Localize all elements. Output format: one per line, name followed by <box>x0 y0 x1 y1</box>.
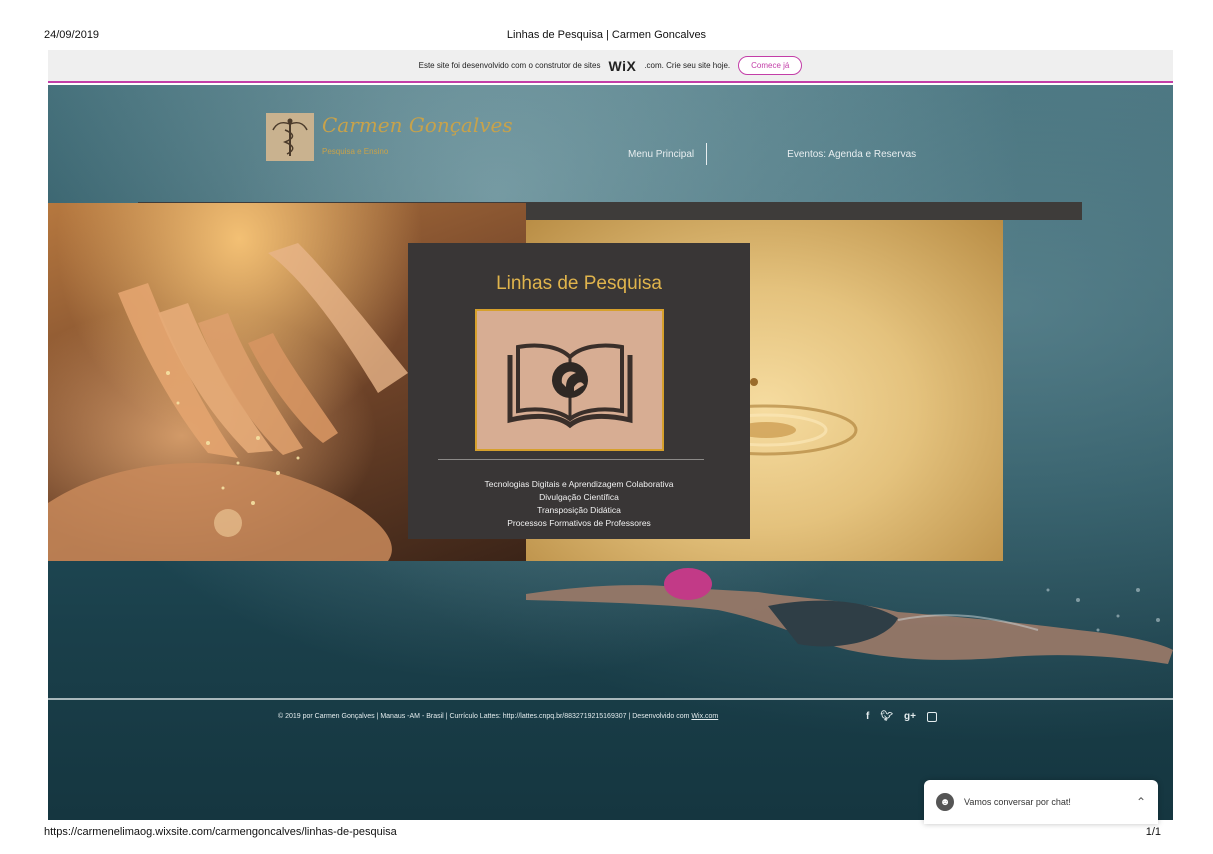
site-header: Carmen Gonçalves Pesquisa e Ensino Menu … <box>48 85 1173 203</box>
swimmer-illustration <box>526 568 1173 664</box>
research-line-item: Tecnologias Digitais e Aprendizagem Cola… <box>484 479 674 489</box>
research-line-item: Processos Formativos de Professores <box>507 518 651 528</box>
browser-print-page: 24/09/2019 Linhas de Pesquisa | Carmen G… <box>0 0 1213 854</box>
swimmer-image <box>518 560 1173 700</box>
print-url: https://carmenelimaog.wixsite.com/carmen… <box>44 826 397 838</box>
instagram-icon[interactable] <box>927 711 937 722</box>
research-lines-panel: Linhas de Pesquisa Tecnologias Digitais … <box>408 243 750 539</box>
print-page-count: 1/1 <box>1145 826 1161 838</box>
facebook-icon[interactable]: f <box>866 711 869 722</box>
chat-label[interactable]: Vamos conversar por chat! <box>964 797 1126 807</box>
chevron-up-icon[interactable]: ⌃ <box>1136 795 1146 809</box>
open-book-icon <box>507 343 632 429</box>
logo-name[interactable]: Carmen Gonçalves <box>322 113 513 137</box>
footer-location: Manaus -AM - Brasil <box>380 713 444 720</box>
research-lines-list: Tecnologias Digitais e Aprendizagem Cola… <box>408 478 750 530</box>
main-nav: Menu Principal Eventos: Agenda e Reserva… <box>628 143 916 165</box>
nav-divider <box>706 143 708 165</box>
footer-dev-prefix: Desenvolvido com <box>632 713 690 720</box>
research-line-item: Divulgação Científica <box>539 492 619 502</box>
wix-banner-text: Este site foi desenvolvido com o constru… <box>418 61 601 70</box>
panel-divider <box>438 459 704 460</box>
print-page-title: Linhas de Pesquisa | Carmen Goncalves <box>506 29 707 41</box>
google-plus-icon[interactable]: g+ <box>904 711 916 722</box>
footer-lattes[interactable]: Currículo Lattes: http://lattes.cnpq.br/… <box>449 713 626 720</box>
footer-copyright: © 2019 por Carmen Gonçalves <box>278 713 375 720</box>
site-logo[interactable] <box>266 113 314 161</box>
site-footer: © 2019 por Carmen Gonçalves | Manaus -AM… <box>278 713 718 720</box>
nav-item-menu-principal[interactable]: Menu Principal <box>628 149 694 160</box>
chat-avatar-icon: ☻ <box>936 793 954 811</box>
panel-title: Linhas de Pesquisa <box>496 273 662 294</box>
site-canvas: Carmen Gonçalves Pesquisa e Ensino Menu … <box>48 85 1173 820</box>
wix-banner: Este site foi desenvolvido com o constru… <box>48 50 1173 83</box>
twitter-icon[interactable]: 🐦︎ <box>880 711 893 722</box>
start-now-button[interactable]: Comece já <box>738 56 803 75</box>
panel-image <box>475 309 664 451</box>
caduceus-icon <box>272 118 308 156</box>
chat-widget[interactable]: ☻ Vamos conversar por chat! ⌃ <box>924 780 1158 824</box>
footer-wix-link[interactable]: Wix.com <box>691 713 718 720</box>
wix-brand-logo[interactable]: WiX <box>608 58 636 74</box>
wix-banner-suffix: .com. Crie seu site hoje. <box>644 61 731 70</box>
nav-item-eventos[interactable]: Eventos: Agenda e Reservas <box>787 149 916 160</box>
footer-divider <box>48 698 1173 700</box>
research-line-item: Transposição Didática <box>537 505 621 515</box>
social-links: f 🐦︎ g+ <box>866 711 937 722</box>
logo-subtitle: Pesquisa e Ensino <box>322 147 389 156</box>
